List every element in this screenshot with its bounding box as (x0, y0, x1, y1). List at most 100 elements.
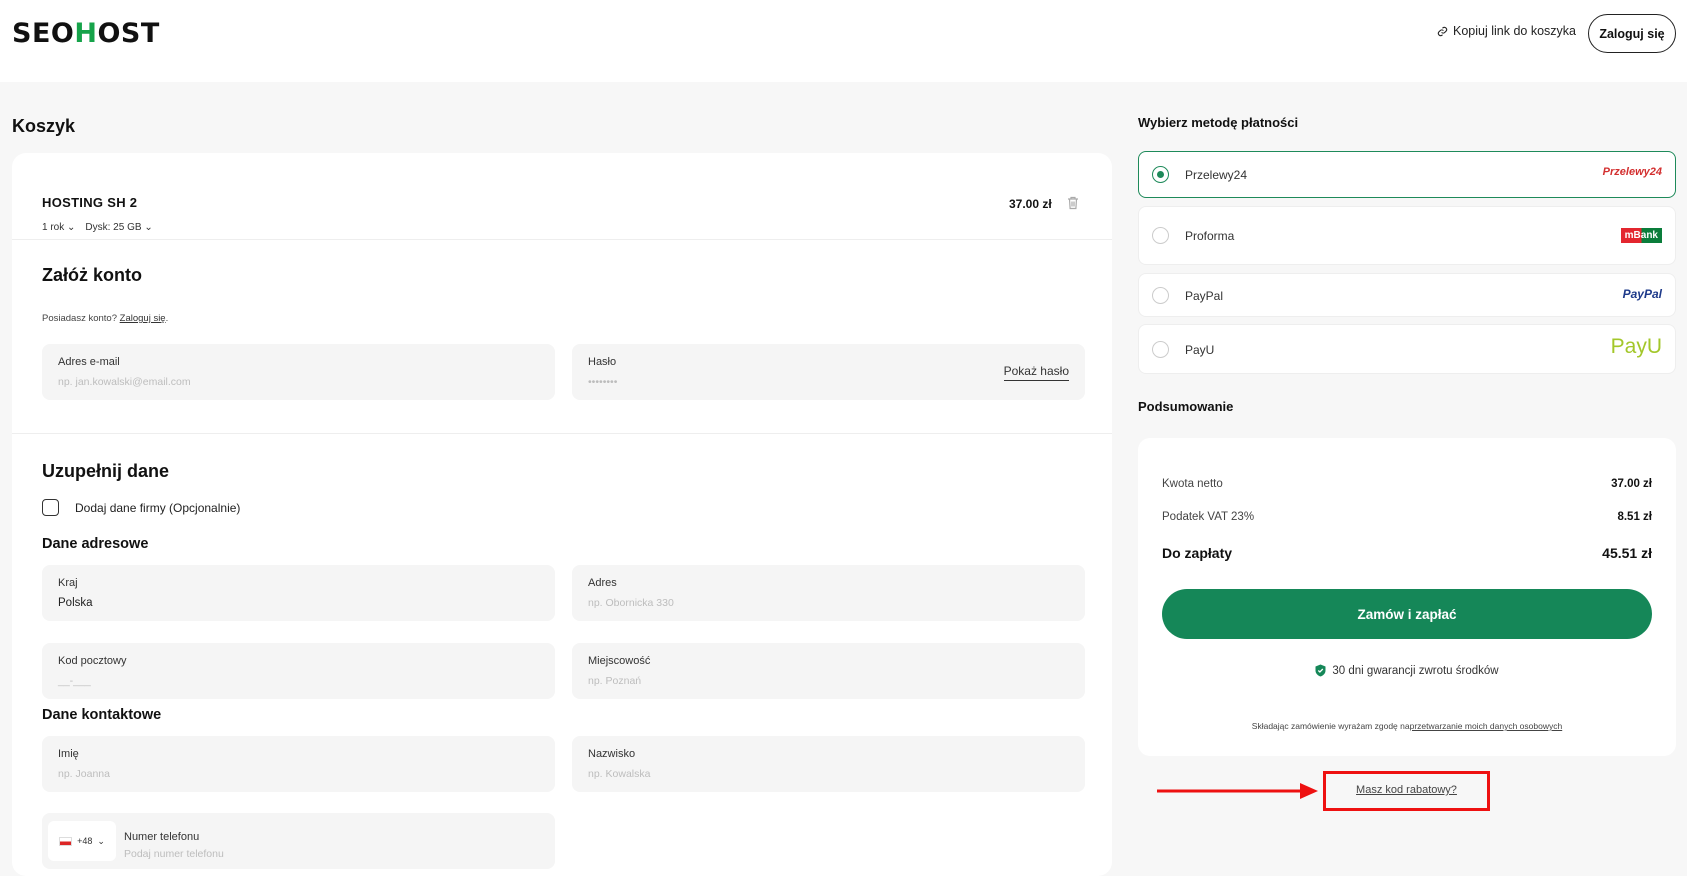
password-label: Hasło (588, 356, 617, 368)
details-title: Uzupełnij dane (42, 461, 170, 481)
divider (12, 433, 1112, 434)
login-button[interactable]: Zaloguj się (1588, 14, 1676, 53)
guarantee-note: 30 dni gwarancji zwrotu środków (1138, 664, 1676, 677)
lastname-label: Nazwisko (588, 748, 636, 760)
country-field[interactable]: Kraj Polska (42, 565, 555, 621)
password-placeholder: •••••••• (588, 376, 618, 388)
login-link[interactable]: Zaloguj się (120, 313, 166, 324)
payment-option-proforma[interactable]: Proforma mBank (1138, 206, 1676, 265)
city-field[interactable]: Miejscowość np. Poznań (572, 643, 1085, 699)
net-value: 37.00 zł (1611, 478, 1652, 490)
disk-select-label: Dysk: 25 GB (85, 222, 142, 233)
postal-code-label: Kod pocztowy (58, 655, 127, 667)
postal-code-placeholder: __-___ (58, 675, 91, 687)
vat-label: Podatek VAT 23% (1162, 511, 1255, 523)
divider (12, 239, 1112, 240)
order-and-pay-button[interactable]: Zamów i zapłać (1162, 589, 1652, 639)
payment-title: Wybierz metodę płatności (1138, 115, 1299, 130)
radio-przelewy24[interactable] (1152, 166, 1169, 183)
annotation-arrow-icon (1157, 783, 1318, 799)
mbank-logo: mBank (1620, 228, 1662, 243)
payment-name: Proforma (1185, 229, 1235, 243)
period-select-label: 1 rok (42, 222, 65, 233)
coupon-highlight-box: Masz kod rabatowy? (1323, 771, 1490, 811)
address-placeholder: np. Obornicka 330 (588, 597, 674, 609)
address-label: Adres (588, 577, 617, 589)
payment-option-payu[interactable]: PayU PayU (1138, 324, 1676, 374)
privacy-link[interactable]: przetwarzanie moich danych osobowych (1410, 721, 1563, 731)
phone-placeholder: Podaj numer telefonu (124, 848, 224, 860)
vat-value: 8.51 zł (1617, 511, 1652, 523)
shield-check-icon (1315, 664, 1326, 677)
chevron-down-icon: ⌄ (97, 835, 105, 846)
przelewy24-logo: Przelewy24 (1602, 166, 1662, 178)
summary-title: Podsumowanie (1138, 399, 1234, 414)
coupon-code-link[interactable]: Masz kod rabatowy? (1326, 784, 1487, 796)
logo-part-3: OST (97, 18, 160, 49)
lastname-field[interactable]: Nazwisko np. Kowalska (572, 736, 1085, 792)
email-placeholder: np. jan.kowalski@email.com (58, 376, 191, 388)
postal-code-field[interactable]: Kod pocztowy __-___ (42, 643, 555, 699)
email-field[interactable]: Adres e-mail np. jan.kowalski@email.com (42, 344, 555, 400)
address-title: Dane adresowe (42, 536, 149, 552)
country-label: Kraj (58, 577, 78, 589)
lastname-placeholder: np. Kowalska (588, 768, 651, 780)
account-title: Załóż konto (42, 265, 142, 285)
guarantee-text: 30 dni gwarancji zwrotu środków (1332, 664, 1499, 677)
product-price: 37.00 zł (1009, 197, 1052, 211)
chevron-down-icon: ⌄ (67, 222, 76, 233)
link-icon (1437, 26, 1448, 36)
product-options: 1 rok ⌄ Dysk: 25 GB ⌄ (42, 222, 153, 233)
account-note-text: Posiadasz konto? (42, 313, 117, 324)
payment-name: Przelewy24 (1185, 168, 1248, 182)
logo[interactable]: SEOHOST (12, 18, 160, 49)
chevron-down-icon: ⌄ (144, 222, 153, 233)
period-select[interactable]: 1 rok ⌄ (42, 222, 75, 233)
radio-payu[interactable] (1152, 341, 1169, 358)
vat-row: Podatek VAT 23% 8.51 zł (1162, 511, 1652, 523)
radio-proforma[interactable] (1152, 227, 1169, 244)
payment-name: PayPal (1185, 289, 1224, 303)
cart-title: Koszyk (12, 116, 76, 136)
logo-part-2: H (74, 18, 98, 49)
company-checkbox-label: Dodaj dane firmy (Opcjonalnie) (75, 501, 241, 515)
payment-option-paypal[interactable]: PayPal PayPal (1138, 273, 1676, 317)
city-placeholder: np. Poznań (588, 675, 642, 687)
phone-field[interactable]: +48 ⌄ Numer telefonu Podaj numer telefon… (42, 813, 555, 869)
phone-prefix-select[interactable]: +48 ⌄ (48, 821, 116, 861)
consent-text: Składając zamówienie wyrażam zgodę na (1251, 721, 1410, 731)
total-label: Do zapłaty (1162, 545, 1233, 561)
show-password-button[interactable]: Pokaż hasło (1003, 364, 1069, 381)
total-row: Do zapłaty 45.51 zł (1162, 545, 1652, 561)
firstname-placeholder: np. Joanna (58, 768, 110, 780)
cart-card: HOSTING SH 2 1 rok ⌄ Dysk: 25 GB ⌄ 37.00… (12, 153, 1112, 876)
disk-select[interactable]: Dysk: 25 GB ⌄ (85, 222, 152, 233)
total-value: 45.51 zł (1602, 545, 1652, 561)
payment-option-przelewy24[interactable]: Przelewy24 Przelewy24 (1138, 151, 1676, 198)
trash-icon[interactable] (1067, 196, 1079, 210)
company-checkbox[interactable] (42, 499, 59, 516)
city-label: Miejscowość (588, 655, 651, 667)
poland-flag-icon (59, 836, 73, 846)
net-label: Kwota netto (1162, 478, 1223, 490)
payment-name: PayU (1185, 343, 1215, 357)
password-field[interactable]: Hasło •••••••• Pokaż hasło (572, 344, 1085, 400)
firstname-label: Imię (58, 748, 79, 760)
address-field[interactable]: Adres np. Obornicka 330 (572, 565, 1085, 621)
copy-cart-link-label: Kopiuj link do koszyka (1453, 24, 1576, 38)
country-value: Polska (58, 597, 93, 609)
net-row: Kwota netto 37.00 zł (1162, 478, 1652, 490)
logo-part-1: SEO (12, 18, 75, 49)
radio-paypal[interactable] (1152, 287, 1169, 304)
contact-title: Dane kontaktowe (42, 707, 162, 723)
firstname-field[interactable]: Imię np. Joanna (42, 736, 555, 792)
phone-label: Numer telefonu (124, 831, 200, 843)
consent-note: Składając zamówienie wyrażam zgodę naprz… (1138, 721, 1676, 731)
phone-prefix-value: +48 (77, 836, 93, 846)
payu-logo: PayU (1610, 335, 1662, 358)
copy-cart-link[interactable]: Kopiuj link do koszyka (1437, 24, 1576, 38)
product-name: HOSTING SH 2 (42, 195, 138, 210)
account-note-end: . (165, 313, 169, 324)
summary-card: Kwota netto 37.00 zł Podatek VAT 23% 8.5… (1138, 438, 1676, 756)
paypal-logo: PayPal (1622, 287, 1662, 301)
